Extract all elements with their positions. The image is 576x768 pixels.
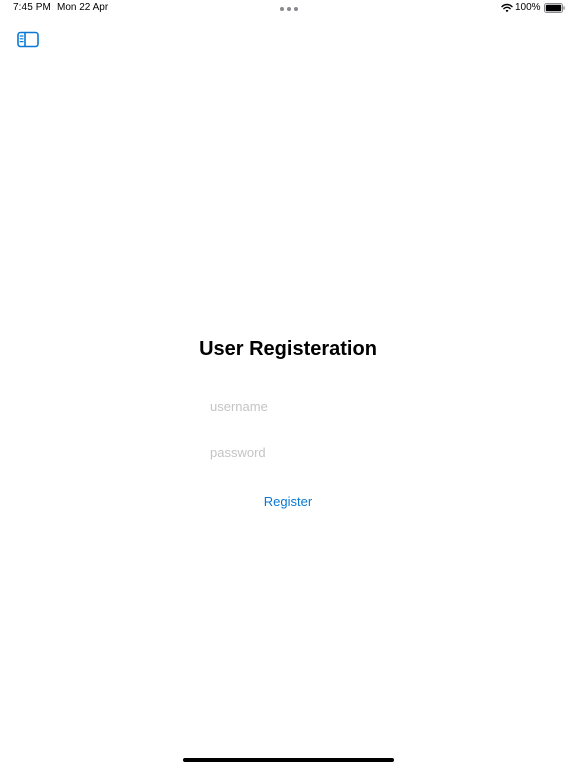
register-button[interactable]: Register [238, 490, 338, 512]
multitask-dots-icon[interactable] [280, 6, 298, 11]
registration-screen: 7:45 PM Mon 22 Apr 100% User Registerati… [0, 0, 576, 768]
dot [294, 6, 298, 11]
battery-icon [544, 3, 565, 13]
battery-percent: 100% [515, 2, 541, 13]
dot [280, 6, 284, 11]
home-indicator[interactable] [183, 758, 394, 762]
dot [287, 6, 291, 11]
status-date: Mon 22 Apr [57, 2, 109, 13]
status-time: 7:45 PM [13, 2, 51, 13]
wifi-icon [501, 3, 513, 13]
username-field[interactable] [210, 395, 380, 417]
sidebar-toggle-icon[interactable] [17, 31, 39, 48]
password-field[interactable] [210, 441, 380, 463]
page-title: User Registeration [199, 338, 377, 360]
